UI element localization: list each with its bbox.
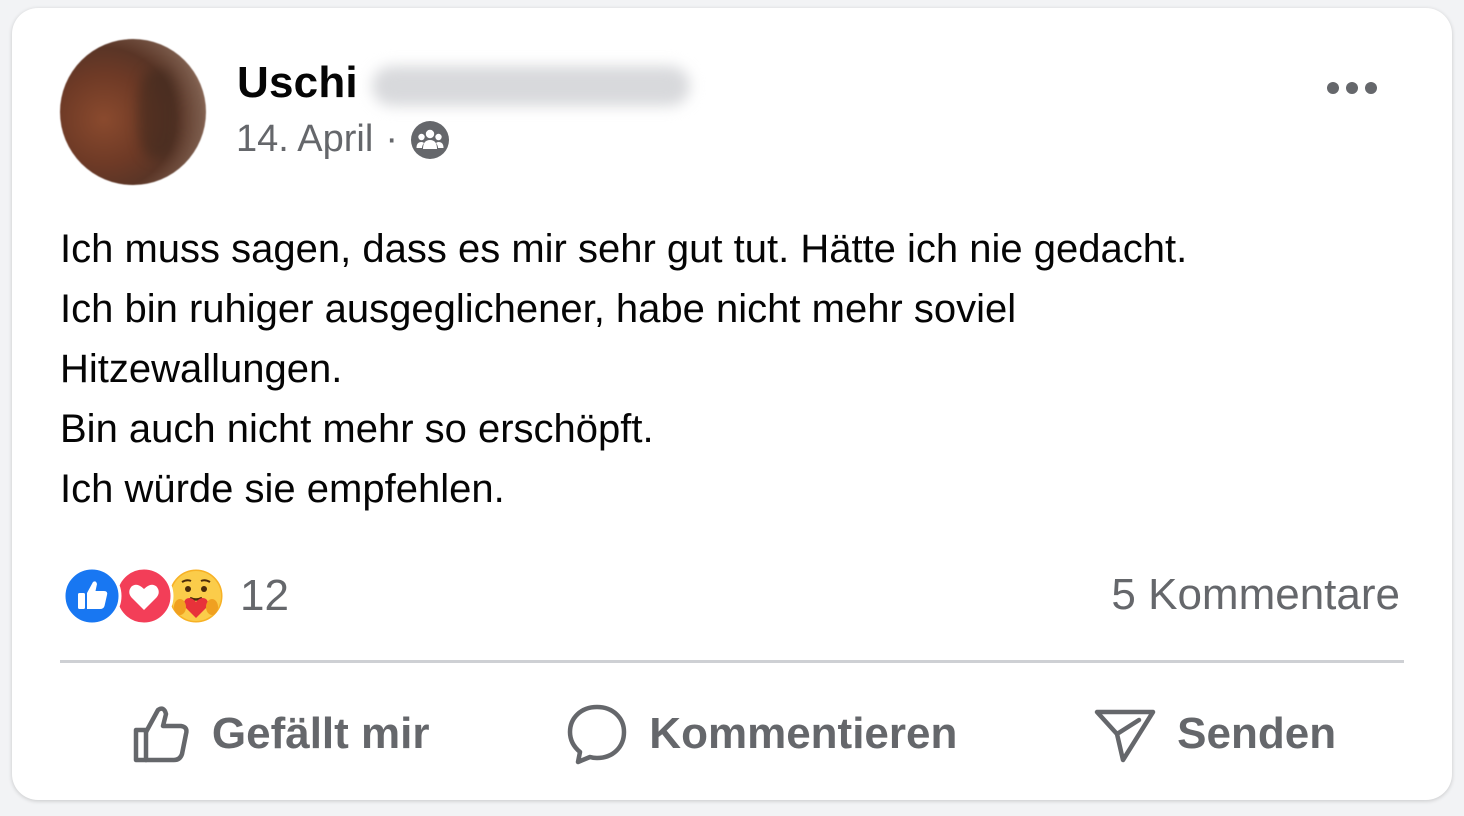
post-text-line: Bin auch nicht mehr so erschöpft. [60, 407, 654, 451]
more-options-button[interactable] [1322, 70, 1382, 106]
post-meta: 14. April · [236, 118, 450, 161]
avatar[interactable] [60, 39, 206, 185]
care-reaction-icon [166, 566, 226, 626]
post-text: Ich muss sagen, dass es mir sehr gut tut… [60, 219, 1410, 519]
meta-separator: · [385, 118, 398, 160]
reaction-icons [62, 566, 232, 626]
post-card: Uschi 14. April · Ich muss sagen, dass e… [12, 8, 1452, 800]
post-text-line: Ich muss sagen, dass es mir sehr gut tut… [60, 227, 1188, 271]
love-reaction-icon [114, 566, 174, 626]
comment-bubble-icon [568, 704, 627, 765]
like-button-label: Gefällt mir [211, 709, 430, 758]
post-text-line: Ich würde sie empfehlen. [60, 467, 505, 511]
reaction-count: 12 [240, 571, 289, 620]
post-text-line: Ich bin ruhiger ausgeglichener, habe nic… [60, 287, 1017, 331]
divider [60, 660, 1404, 663]
send-button[interactable]: Senden [1093, 702, 1336, 766]
comments-count-link[interactable]: 5 Kommentare [1111, 570, 1400, 620]
send-icon [1094, 709, 1156, 763]
friends-group-icon[interactable] [410, 120, 450, 160]
like-button[interactable]: Gefällt mir [128, 702, 430, 766]
send-button-label: Senden [1177, 709, 1337, 758]
post-date[interactable]: 14. April [236, 118, 373, 161]
comment-button[interactable]: Kommentieren [565, 702, 957, 766]
reactions-summary[interactable]: 12 [62, 566, 289, 626]
thumbs-up-icon [133, 706, 189, 763]
author-name[interactable]: Uschi [237, 58, 358, 108]
comment-button-label: Kommentieren [649, 709, 958, 758]
like-reaction-icon [62, 566, 122, 626]
more-horizontal-icon [1327, 82, 1377, 94]
post-text-line: Hitzewallungen. [60, 347, 343, 391]
author-surname-redacted [372, 66, 690, 106]
action-bar: Gefällt mir Kommentieren Senden [60, 688, 1404, 780]
